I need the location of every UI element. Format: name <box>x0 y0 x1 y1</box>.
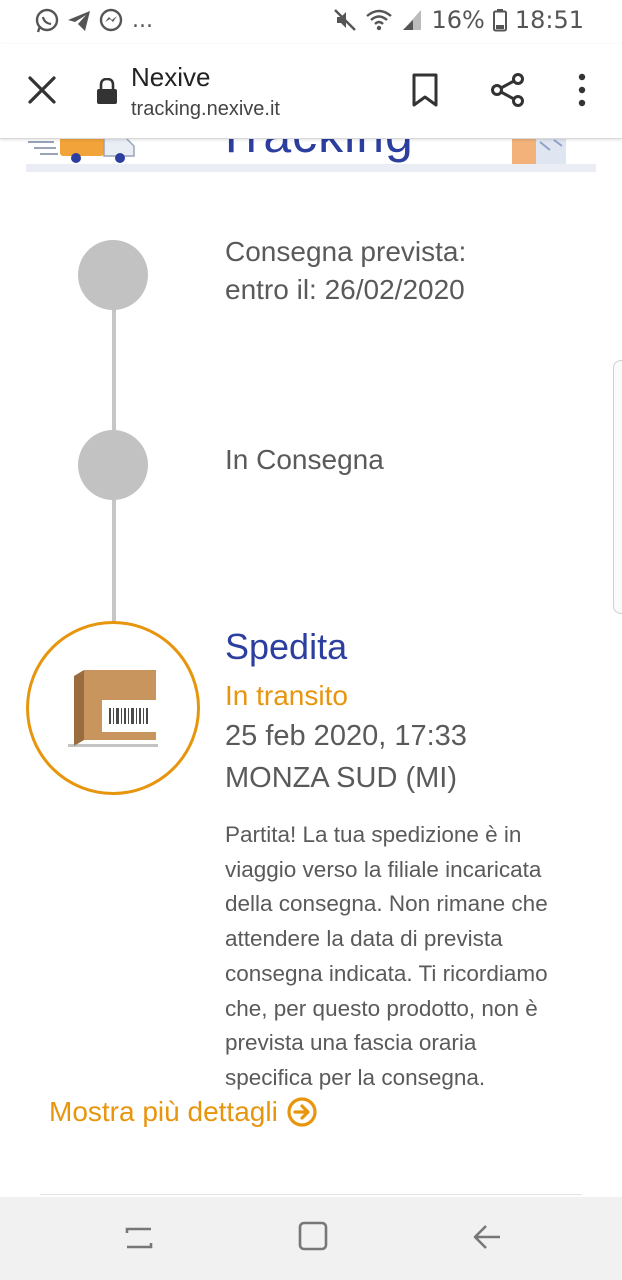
battery-icon <box>492 9 507 32</box>
notification-icons: ... <box>34 8 153 34</box>
page-title: Nexive <box>131 62 211 92</box>
close-icon[interactable] <box>26 74 58 106</box>
current-step-datetime: 25 feb 2020, 17:33 <box>225 720 467 752</box>
lock-icon <box>97 78 117 104</box>
clock: 18:51 <box>514 6 584 34</box>
signal-icon <box>403 10 422 30</box>
package-icon <box>68 670 158 747</box>
section-divider <box>40 1194 582 1195</box>
telegram-icon <box>68 11 90 31</box>
description-line: consegna indicata. Ti ricordiamo <box>225 960 548 986</box>
status-right: 16% 18:51 <box>333 6 584 34</box>
bookmark-icon[interactable] <box>410 72 440 108</box>
current-step-title: Spedita <box>225 626 348 667</box>
mute-icon <box>334 9 357 31</box>
show-more-details-label[interactable]: Mostra più dettagli <box>49 1096 278 1128</box>
recent-apps-icon[interactable] <box>122 1219 156 1255</box>
description-line: specifica per la consegna. <box>225 1064 486 1090</box>
timeline-dot-pending <box>78 430 148 500</box>
description-line: Partita! La tua spedizione è in <box>225 822 522 847</box>
description-line: della consegna. Non rimane che <box>225 891 548 917</box>
custom-tab-toolbar: Nexive tracking.nexive.it <box>0 44 622 139</box>
share-icon[interactable] <box>490 72 526 108</box>
wifi-icon <box>366 9 393 31</box>
current-step-status: In transito <box>225 680 348 711</box>
battery-percent: 16% <box>431 6 485 34</box>
status-bar: ... 16% 18:51 <box>0 0 622 44</box>
banner-strip <box>26 164 596 172</box>
description-line: che, per questo prodotto, non è <box>225 995 538 1021</box>
current-step-location: MONZA SUD (MI) <box>225 762 457 794</box>
page-url: tracking.nexive.it <box>131 98 280 120</box>
back-icon[interactable] <box>470 1219 504 1255</box>
more-notifications: ... <box>132 8 153 33</box>
step-expected-delivery: Consegna prevista: entro il: 26/02/2020 <box>225 233 466 309</box>
arrow-circle-right-icon[interactable] <box>286 1096 318 1128</box>
current-step-description: Partita! La tua spedizione è in viaggio … <box>225 818 590 1096</box>
step-in-delivery: In Consegna <box>225 444 384 475</box>
expected-delivery-date: entro il: 26/02/2020 <box>225 274 465 305</box>
description-line: attendere la data di prevista <box>225 926 503 952</box>
timeline-current-step-circle <box>26 621 200 795</box>
system-nav-bar <box>0 1197 622 1280</box>
more-vert-icon[interactable] <box>570 72 594 108</box>
show-more-details-link[interactable]: Mostra più dettagli <box>49 1096 318 1128</box>
home-icon[interactable] <box>296 1219 330 1255</box>
whatsapp-icon <box>35 8 59 33</box>
description-line: viaggio verso la filiale incaricata <box>225 856 542 882</box>
scroll-edge-handle[interactable] <box>613 360 622 614</box>
timeline-dot-pending <box>78 240 148 310</box>
expected-delivery-label: Consegna prevista: <box>225 236 467 267</box>
messenger-icon <box>99 8 123 32</box>
description-line: prevista una fascia oraria <box>225 1030 477 1056</box>
